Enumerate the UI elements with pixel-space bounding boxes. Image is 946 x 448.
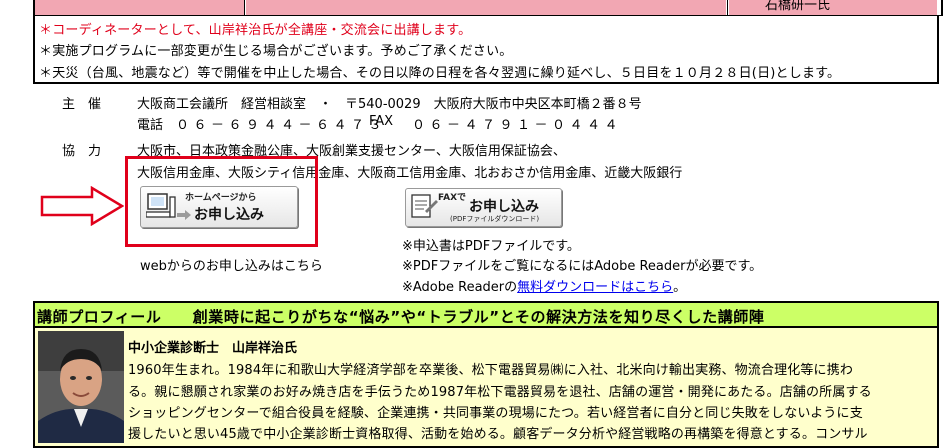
profile-text-line: 1960年生まれ。1984年に和歌山大学経済学部を卒業後、松下電器貿易㈱に入社、… bbox=[128, 363, 853, 378]
fax-button-label: お申し込み bbox=[469, 199, 539, 215]
schedule-cell bbox=[729, 0, 937, 15]
fax-apply-button[interactable]: FAXで お申し込み (PDFファイルダウンロード) bbox=[405, 188, 562, 227]
cooperation-label: 協 力 bbox=[62, 144, 102, 159]
fax-button-small-label: FAXで bbox=[438, 193, 467, 203]
organizer-address: 大阪商工会議所 経営相談室 ・ 〒540-0029 大阪府大阪市中央区本町橋２番… bbox=[137, 97, 642, 112]
note-coordinator: ＊コーディネーターとして、山岸祥治氏が全講座・交流会に出講します。 bbox=[39, 23, 472, 38]
schedule-table-bottom: 石橋研一氏 bbox=[33, 0, 943, 16]
organizer-phone-label: 電話 bbox=[137, 118, 164, 133]
fax-document-icon bbox=[411, 194, 438, 218]
organizer-phone: ０６－６９４４－６４７３ bbox=[176, 118, 387, 133]
pdf-note-3-suffix: 。 bbox=[673, 280, 687, 295]
profile-header-title: 講師プロフィール 創業時に起こりがちな“悩み”や“トラブル”とその解決方法を知り… bbox=[37, 308, 765, 326]
schedule-cell bbox=[35, 0, 244, 15]
profile-text-line: ショッピングセンターで組合役員を経験、企業連携・共同事業の現場にたつ。若い経営者… bbox=[128, 406, 863, 421]
profile-text-line: る。親に懇願され家業のお好み焼き店を手伝うため1987年松下電器貿易を退社、店舗… bbox=[128, 385, 872, 400]
free-download-link[interactable]: 無料ダウンロードはこちら bbox=[517, 280, 673, 295]
portrait-image bbox=[38, 331, 124, 443]
right-arrow-icon bbox=[40, 186, 124, 226]
pdf-note-3-prefix: ※Adobe Readerの bbox=[402, 280, 518, 295]
web-caption: webからのお申し込みはこちら bbox=[140, 259, 323, 274]
pdf-note-3: ※Adobe Readerの無料ダウンロードはこちら。 bbox=[402, 276, 686, 295]
profile-body: 中小企業診断士 山岸祥治氏 1960年生まれ。1984年に和歌山大学経済学部を卒… bbox=[33, 328, 939, 448]
schedule-cell-text: 石橋研一氏 bbox=[765, 0, 831, 13]
web-button-small-label: ホームページから bbox=[185, 193, 257, 203]
note-program-change: ＊実施プログラムに一部変更が生じる場合がございます。予めご了承ください。 bbox=[39, 44, 513, 59]
organizer-label: 主 催 bbox=[62, 97, 102, 112]
note-disaster: ＊天災（台風、地震など）等で開催を中止した場合、その日以降の日程を各々翌週に繰り… bbox=[39, 66, 841, 81]
pdf-note-2: ※PDFファイルをご覧になるにはAdobe Readerが必要です。 bbox=[402, 259, 763, 274]
profile-text-line: 援したいと思い45歳で中小企業診断士資格取得、活動を始める。顧客データ分析や経営… bbox=[128, 427, 868, 442]
profile-header: 講師プロフィール 創業時に起こりがちな“悩み”や“トラブル”とその解決方法を知り… bbox=[33, 301, 939, 328]
divider bbox=[244, 0, 245, 15]
instructor-name: 中小企業診断士 山岸祥治氏 bbox=[128, 341, 298, 356]
web-button-label: お申し込み bbox=[194, 207, 264, 223]
notes-box: ＊コーディネーターとして、山岸祥治氏が全講座・交流会に出講します。 ＊実施プログ… bbox=[33, 16, 939, 84]
web-apply-button[interactable]: ホームページから お申し込み bbox=[140, 186, 298, 228]
organizer-fax-label: FAX bbox=[369, 114, 394, 129]
fax-button-pdf-label: (PDFファイルダウンロード) bbox=[450, 215, 540, 223]
divider bbox=[727, 0, 728, 15]
organizer-fax: ０６－４７９１－０４４４ bbox=[412, 118, 623, 133]
schedule-cell bbox=[246, 0, 726, 15]
pdf-note-1: ※申込書はPDFファイルです。 bbox=[402, 239, 580, 254]
arrow-right-icon bbox=[177, 210, 191, 220]
instructor-photo bbox=[38, 331, 124, 443]
computer-icon bbox=[146, 193, 176, 218]
